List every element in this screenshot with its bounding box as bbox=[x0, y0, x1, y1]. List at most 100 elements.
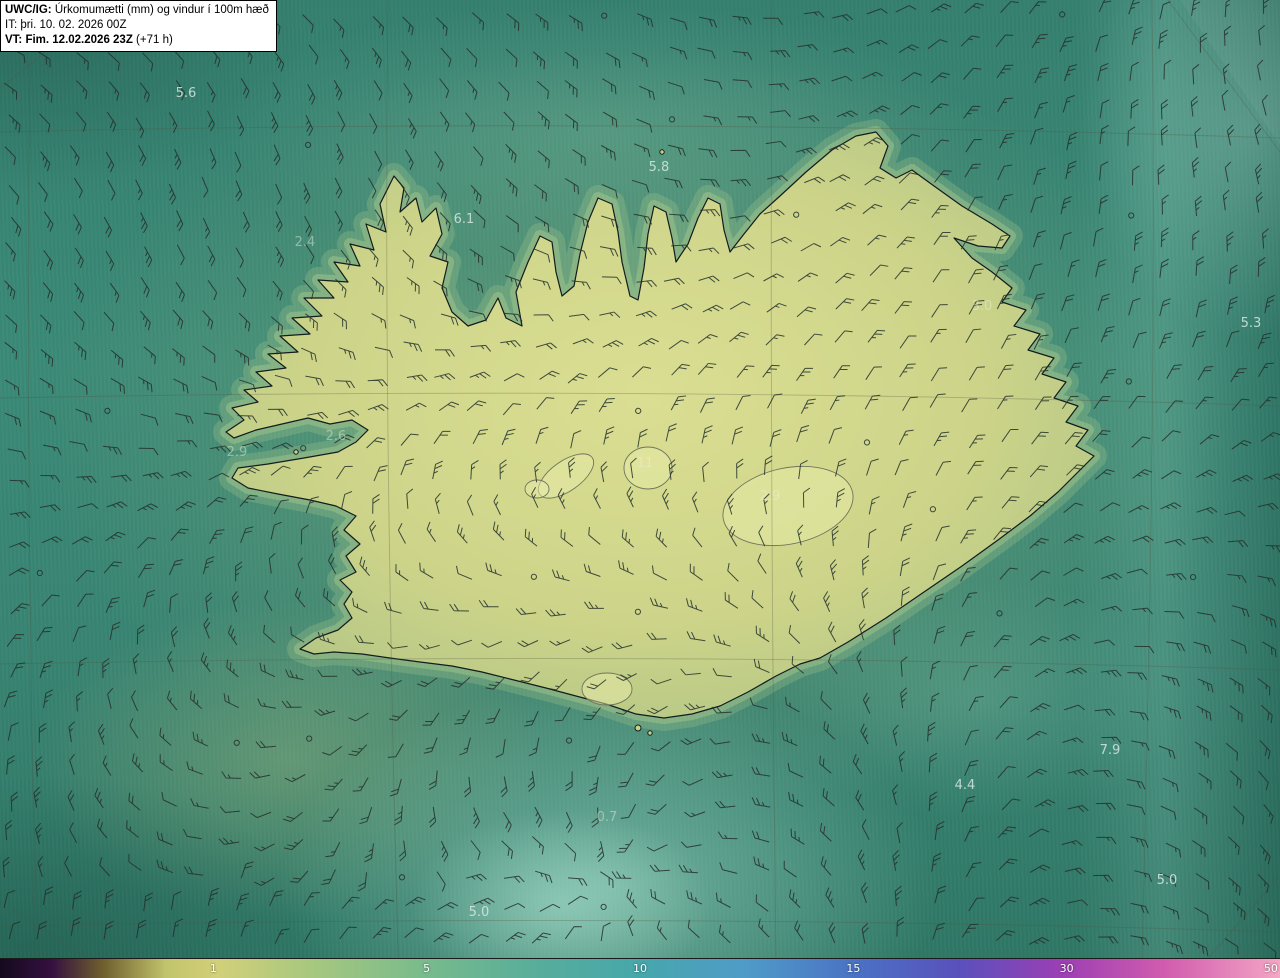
map-value-label: 7.9 bbox=[1100, 743, 1121, 758]
wind-barb bbox=[1227, 836, 1240, 855]
wind-barb bbox=[963, 67, 982, 80]
wind-barb bbox=[1028, 828, 1050, 838]
wind-barb bbox=[1093, 874, 1114, 883]
colorbar-tick: 50 bbox=[1263, 962, 1278, 975]
wind-barb bbox=[4, 280, 16, 300]
wind-barb bbox=[1029, 897, 1050, 906]
wind-barb bbox=[995, 930, 1016, 941]
wind-barb bbox=[1227, 574, 1247, 584]
wind-barb bbox=[1257, 874, 1269, 894]
wind-barb bbox=[76, 593, 94, 607]
wind-barb bbox=[832, 14, 854, 22]
wind-barb bbox=[1134, 870, 1153, 882]
map-value-label: 11 bbox=[637, 456, 654, 471]
wind-barb bbox=[1257, 575, 1276, 587]
wind-barb bbox=[3, 690, 18, 708]
wind-barb bbox=[1192, 941, 1209, 956]
wind-barb bbox=[1198, 772, 1212, 790]
wind-barb bbox=[895, 5, 917, 13]
wind-barb bbox=[934, 821, 945, 840]
wind-barb bbox=[1257, 908, 1270, 927]
lead-time-text: (+71 h) bbox=[132, 33, 173, 46]
wind-barb bbox=[6, 633, 24, 647]
wind-barb bbox=[109, 621, 121, 640]
wind-barb bbox=[1229, 677, 1244, 694]
wind-barb bbox=[931, 3, 952, 13]
wind-barb bbox=[968, 897, 985, 912]
wind-barb bbox=[1258, 770, 1269, 791]
model-name-label: UWC/IG: bbox=[5, 4, 52, 16]
wind-barb bbox=[1257, 678, 1271, 696]
map-value-label: 4.4 bbox=[955, 778, 976, 793]
map-value-label: 5.6 bbox=[176, 86, 197, 101]
weather-map: 5.6 5.8 6.1 2.4 3.0 5.3 2.6 2.9 11 2.9 7.9 4.4 0.7 5.… bbox=[0, 0, 1280, 958]
wind-barb bbox=[7, 448, 26, 460]
map-value-label: 6.1 bbox=[454, 212, 475, 227]
wind-barb bbox=[1192, 840, 1206, 857]
wind-barb bbox=[1259, 739, 1271, 760]
wind-barb bbox=[4, 379, 20, 396]
wind-barb bbox=[965, 862, 982, 878]
wind-barb bbox=[1034, 101, 1048, 119]
wind-barb bbox=[1193, 641, 1212, 654]
wind-barb bbox=[1232, 902, 1246, 920]
wind-barb bbox=[1227, 540, 1249, 548]
wind-barb bbox=[42, 282, 54, 302]
wind-barb bbox=[1096, 836, 1117, 845]
wind-barb bbox=[1228, 877, 1241, 896]
wind-barb bbox=[73, 214, 82, 235]
wind-barb bbox=[10, 216, 22, 237]
wind-barb bbox=[1261, 432, 1280, 442]
wind-barb bbox=[1062, 95, 1075, 113]
wind-barb bbox=[964, 2, 984, 14]
wind-barb bbox=[1064, 64, 1078, 82]
wind-barb bbox=[1130, 935, 1150, 946]
wind-barb bbox=[72, 625, 87, 642]
wind-barb bbox=[1162, 777, 1179, 793]
map-value-label: 5.3 bbox=[1241, 316, 1262, 331]
wind-barb bbox=[1160, 805, 1177, 821]
wind-barb bbox=[1197, 678, 1214, 693]
colorbar-tick: 5 bbox=[423, 962, 431, 975]
wind-barb bbox=[1165, 842, 1182, 858]
map-value-label: 5.0 bbox=[469, 905, 490, 920]
wind-barb bbox=[1098, 936, 1119, 944]
wind-barb bbox=[866, 8, 888, 15]
wind-barb bbox=[5, 242, 16, 262]
wind-barb bbox=[1095, 802, 1116, 811]
wind-barb bbox=[1229, 770, 1242, 789]
wind-barb bbox=[1028, 937, 1050, 945]
wind-barb bbox=[39, 660, 53, 678]
wind-barb bbox=[927, 39, 948, 50]
wind-barb bbox=[1059, 36, 1074, 53]
map-value-label: 5.8 bbox=[649, 160, 670, 175]
wind-barb bbox=[1066, 132, 1078, 151]
wind-barb bbox=[1263, 804, 1274, 824]
wind-barb bbox=[997, 97, 1013, 113]
wind-barb bbox=[997, 826, 1017, 839]
wind-barb bbox=[1130, 836, 1149, 848]
wind-barb bbox=[4, 341, 18, 360]
wind-barb bbox=[1130, 902, 1149, 914]
wind-barb bbox=[43, 211, 54, 232]
wind-barb bbox=[960, 35, 980, 47]
wind-barb bbox=[1195, 873, 1210, 890]
wind-barb bbox=[8, 567, 30, 577]
wind-barb bbox=[964, 825, 979, 842]
map-value-label: 2.4 bbox=[295, 235, 316, 250]
wind-barb bbox=[1194, 907, 1209, 923]
wind-barb bbox=[1064, 867, 1086, 875]
wind-barb bbox=[1231, 605, 1250, 618]
wind-barb bbox=[4, 412, 22, 427]
wind-barb bbox=[1260, 704, 1273, 724]
wind-barb bbox=[1260, 844, 1271, 865]
valid-time-label: VT: Fim. 12.02.2026 23Z bbox=[5, 33, 133, 46]
wind-barb bbox=[1197, 612, 1216, 623]
wind-barb bbox=[10, 662, 26, 678]
wind-barb bbox=[1196, 705, 1212, 721]
wind-barb bbox=[1265, 545, 1280, 553]
map-title-text: Úrkomumætti (mm) og vindur í 100m hæð bbox=[51, 4, 269, 16]
wind-barb bbox=[41, 536, 63, 544]
map-title-line: UWC/IG: Úrkomumætti (mm) og vindur í 100… bbox=[5, 3, 269, 18]
precipitation-colorbar: 1 5 10 15 30 50 bbox=[0, 958, 1280, 978]
